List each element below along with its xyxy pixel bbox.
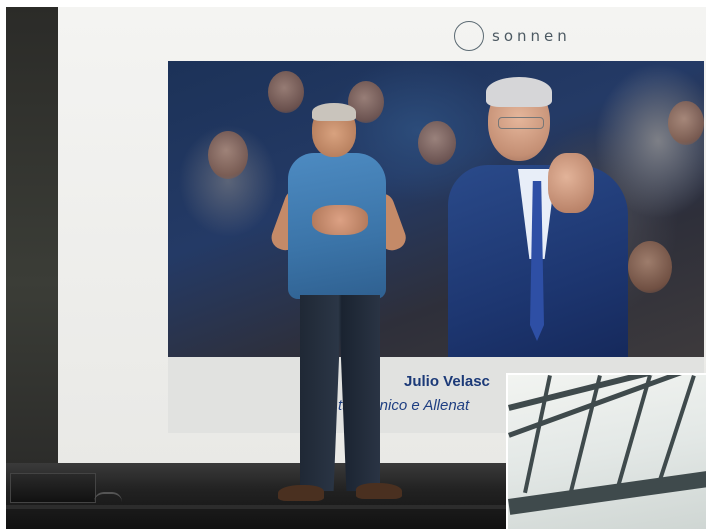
speaker-hair xyxy=(312,103,356,121)
event-photo: sonnen Julio Velasc ttore cnico e Allena… xyxy=(6,7,706,529)
logo-ring-icon xyxy=(454,21,484,51)
speaker-trousers xyxy=(300,295,380,491)
roof-mullion xyxy=(523,375,552,494)
speaker-left-shoe xyxy=(278,485,324,501)
caption-name: Julio Velasc xyxy=(404,373,490,390)
speaker-figure xyxy=(268,103,414,509)
coach-hands xyxy=(548,153,594,213)
stage-monitor-speaker xyxy=(10,473,96,503)
coach-figure xyxy=(448,73,648,357)
crowd-member xyxy=(208,131,248,179)
roof-beam xyxy=(508,375,706,411)
slide-photo xyxy=(168,61,704,357)
stage-cable xyxy=(94,492,122,504)
glass-roof-inset-photo xyxy=(506,373,706,529)
speaker-right-shoe xyxy=(356,483,402,499)
coach-glasses xyxy=(498,117,544,129)
roof-beam xyxy=(508,465,706,515)
venue-wall xyxy=(6,7,58,467)
coach-hair xyxy=(486,77,552,107)
logo-wordmark: sonnen xyxy=(492,27,571,45)
speaker-hands xyxy=(312,205,368,235)
sonnen-logo: sonnen xyxy=(454,18,571,54)
crowd-member xyxy=(668,101,704,145)
